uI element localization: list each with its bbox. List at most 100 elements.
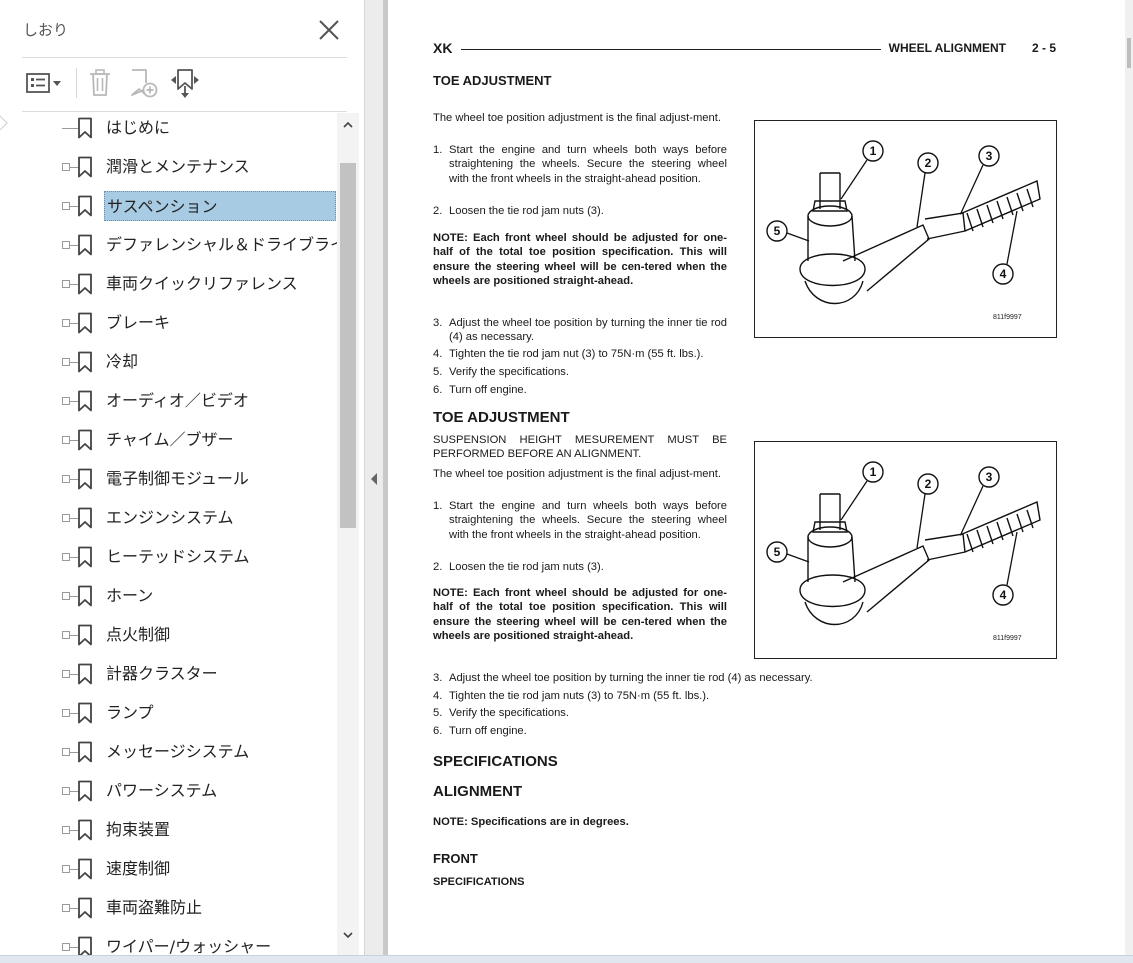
bookmark-icon [77,897,93,919]
expand-toggle[interactable] [62,709,70,717]
expand-toggle[interactable] [62,865,70,873]
bookmark-label: エンジンシステム [106,508,234,527]
bookmark-item[interactable]: ワイパー/ウォッシャー [0,928,337,955]
step-text: Start the engine and turn wheels both wa… [449,500,727,541]
bookmark-item[interactable]: 車両盗難防止 [0,889,337,928]
bookmark-icon [77,234,93,256]
step-item: 1. Start the engine and turn wheels both … [433,143,727,186]
expand-toggle[interactable] [62,553,70,561]
bookmark-label: 電子制御モジュール [106,469,249,488]
expand-toggle[interactable] [62,358,70,366]
bookmark-item[interactable]: 速度制御 [0,850,337,889]
expand-toggle[interactable] [62,670,70,678]
bookmark-item[interactable]: 潤滑とメンテナンス [0,148,337,187]
bookmark-item[interactable]: ヒーテッドシステム [0,538,337,577]
step-number: 2. [433,561,443,573]
step-number: 1. [433,144,443,156]
bookmark-item-selected[interactable]: サスペンション [0,187,337,226]
bookmark-icon [77,936,93,955]
expand-toggle[interactable] [62,397,70,405]
tree-line [62,128,78,129]
header-rule [461,49,881,50]
header-model: XK [433,40,453,56]
scroll-up-icon[interactable] [341,118,355,132]
expand-toggle[interactable] [62,241,70,249]
document-scrollbar[interactable] [1125,0,1133,955]
new-bookmark-button[interactable] [126,65,160,101]
expand-toggle[interactable] [62,748,70,756]
bookmark-icon [77,780,93,802]
expand-toggle[interactable] [62,280,70,288]
expand-toggle[interactable] [62,904,70,912]
bookmark-label: ホーン [106,586,154,605]
bookmark-icon [77,390,93,412]
bookmark-icon [77,858,93,880]
scrollbar-thumb[interactable] [1127,38,1131,68]
bookmark-toolbar [22,62,352,104]
header-section: WHEEL ALIGNMENT [888,41,1006,55]
step-item: 3. Adjust the wheel toe position by turni… [433,671,873,685]
bookmark-item[interactable]: メッセージシステム [0,733,337,772]
tie-rod-figure: 1 2 3 4 5 811f9997 [754,441,1057,659]
panel-separator [22,57,347,58]
step-number: 4. [433,348,443,360]
expand-toggle[interactable] [62,943,70,951]
expand-bookmark-button[interactable] [167,65,203,101]
step-item: 3. Adjust the wheel toe position by turni… [433,316,727,345]
note-text: NOTE: Each front wheel should be adjuste… [433,587,727,642]
scroll-down-icon[interactable] [341,928,355,942]
step-item: 6. Turn off engine. [433,724,873,738]
expand-toggle[interactable] [62,436,70,444]
bookmark-label: 点火制御 [106,625,171,644]
expand-toggle[interactable] [62,826,70,834]
trash-icon [90,69,110,96]
bookmark-item[interactable]: デファレンシャル＆ドライブライン [0,226,337,265]
bookmark-item[interactable]: パワーシステム [0,772,337,811]
options-menu-button[interactable] [24,65,64,101]
step-item: 5. Verify the specifications. [433,365,873,379]
delete-bookmark-button[interactable] [84,65,116,101]
panel-separator [22,111,347,112]
expand-toggle[interactable] [62,787,70,795]
panel-splitter[interactable] [365,0,383,955]
expand-toggle[interactable] [62,319,70,327]
step-item: 2. Loosen the tie rod jam nuts (3). [433,560,727,574]
expand-toggle[interactable] [62,592,70,600]
bookmark-item[interactable]: ブレーキ [0,304,337,343]
bookmark-item[interactable]: エンジンシステム [0,499,337,538]
bookmark-item[interactable]: はじめに [0,113,337,148]
step-item: 6. Turn off engine. [433,383,873,397]
callout-label: 4 [1000,267,1007,281]
step-text: Loosen the tie rod jam nuts (3). [449,205,604,217]
expand-toggle[interactable] [62,163,70,171]
bookmark-item[interactable]: 点火制御 [0,616,337,655]
collapse-panel-icon[interactable] [370,472,378,486]
step-text: Start the engine and turn wheels both wa… [449,144,727,185]
scrollbar-thumb[interactable] [340,163,356,528]
bookmark-item[interactable]: ランプ [0,694,337,733]
bookmark-scrollbar[interactable] [337,113,359,955]
step-number: 3. [433,317,443,329]
bookmark-item[interactable]: 車両クイックリファレンス [0,265,337,304]
bookmark-item[interactable]: 拘束装置 [0,811,337,850]
expand-toggle[interactable] [62,202,70,210]
figure-code: 811f9997 [993,635,1022,642]
bookmark-item[interactable]: オーディオ／ビデオ [0,382,337,421]
section-heading: SPECIFICATIONS [433,753,558,770]
bookmark-item[interactable]: 電子制御モジュール [0,460,337,499]
bookmark-item[interactable]: ホーン [0,577,337,616]
expand-toggle[interactable] [62,631,70,639]
tie-rod-diagram-icon: 1 2 3 4 5 811f9997 [766,461,1041,642]
step-number: 4. [433,690,443,702]
close-panel-button[interactable] [314,16,344,46]
step-number: 5. [433,707,443,719]
table-title: SPECIFICATIONS [433,876,525,888]
callout-label: 4 [1000,588,1007,602]
bookmark-item[interactable]: 計器クラスター [0,655,337,694]
expand-toggle[interactable] [62,475,70,483]
bookmark-item[interactable]: 冷却 [0,343,337,382]
bookmark-item[interactable]: チャイム／ブザー [0,421,337,460]
expand-toggle[interactable] [62,514,70,522]
tie-rod-figure: 1 2 3 4 5 811f9997 [754,120,1057,338]
step-number: 3. [433,672,443,684]
